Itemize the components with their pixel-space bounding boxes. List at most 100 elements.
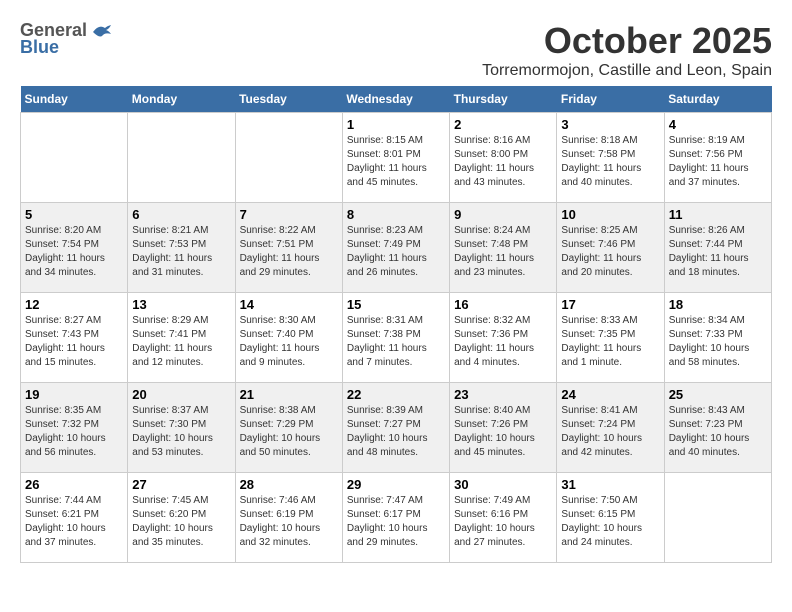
calendar-table: SundayMondayTuesdayWednesdayThursdayFrid… <box>20 86 772 563</box>
logo-bird-icon <box>91 22 113 40</box>
day-number: 12 <box>25 297 123 312</box>
calendar-cell: 28 Sunrise: 7:46 AMSunset: 6:19 PMDayligh… <box>235 473 342 563</box>
calendar-cell: 1 Sunrise: 8:15 AMSunset: 8:01 PMDaylight… <box>342 113 449 203</box>
calendar-cell: 7 Sunrise: 8:22 AMSunset: 7:51 PMDaylight… <box>235 203 342 293</box>
day-info: Sunrise: 8:20 AMSunset: 7:54 PMDaylight:… <box>25 224 123 280</box>
day-info: Sunrise: 8:22 AMSunset: 7:51 PMDaylight:… <box>240 224 338 280</box>
calendar-cell: 5 Sunrise: 8:20 AMSunset: 7:54 PMDaylight… <box>21 203 128 293</box>
day-number: 22 <box>347 387 445 402</box>
calendar-cell: 17Sunrise: 8:33 AMSunset: 7:35 PMDayligh… <box>557 293 664 383</box>
calendar-cell: 2 Sunrise: 8:16 AMSunset: 8:00 PMDaylight… <box>450 113 557 203</box>
day-info: Sunrise: 8:33 AMSunset: 7:35 PMDaylight:… <box>561 314 659 370</box>
calendar-cell <box>664 473 771 563</box>
calendar-cell: 13 Sunrise: 8:29 AMSunset: 7:41 PMDayligh… <box>128 293 235 383</box>
day-number: 13 <box>132 297 230 312</box>
calendar-cell: 27 Sunrise: 7:45 AMSunset: 6:20 PMDayligh… <box>128 473 235 563</box>
day-number: 16 <box>454 297 552 312</box>
day-number: 20 <box>132 387 230 402</box>
day-number: 26 <box>25 477 123 492</box>
calendar-cell: 19 Sunrise: 8:35 AMSunset: 7:32 PMDayligh… <box>21 383 128 473</box>
day-info: Sunrise: 8:26 AMSunset: 7:44 PMDaylight:… <box>669 224 767 280</box>
day-info: Sunrise: 8:18 AMSunset: 7:58 PMDaylight:… <box>561 134 659 190</box>
calendar-cell: 15 Sunrise: 8:31 AMSunset: 7:38 PMDayligh… <box>342 293 449 383</box>
day-number: 31 <box>561 477 659 492</box>
calendar-cell: 25 Sunrise: 8:43 AMSunset: 7:23 PMDayligh… <box>664 383 771 473</box>
day-header-monday: Monday <box>128 86 235 113</box>
calendar-cell <box>235 113 342 203</box>
day-number: 1 <box>347 117 445 132</box>
calendar-cell: 31 Sunrise: 7:50 AMSunset: 6:15 PMDayligh… <box>557 473 664 563</box>
calendar-week-row: 12 Sunrise: 8:27 AMSunset: 7:43 PMDayligh… <box>21 293 772 383</box>
calendar-cell: 30Sunrise: 7:49 AMSunset: 6:16 PMDayligh… <box>450 473 557 563</box>
calendar-cell: 12 Sunrise: 8:27 AMSunset: 7:43 PMDayligh… <box>21 293 128 383</box>
day-number: 25 <box>669 387 767 402</box>
day-header-tuesday: Tuesday <box>235 86 342 113</box>
days-header-row: SundayMondayTuesdayWednesdayThursdayFrid… <box>21 86 772 113</box>
logo-blue-text: Blue <box>20 37 59 58</box>
calendar-cell <box>128 113 235 203</box>
day-info: Sunrise: 7:45 AMSunset: 6:20 PMDaylight:… <box>132 494 230 550</box>
day-info: Sunrise: 7:44 AMSunset: 6:21 PMDaylight:… <box>25 494 123 550</box>
day-info: Sunrise: 8:15 AMSunset: 8:01 PMDaylight:… <box>347 134 445 190</box>
calendar-week-row: 19 Sunrise: 8:35 AMSunset: 7:32 PMDayligh… <box>21 383 772 473</box>
day-number: 4 <box>669 117 767 132</box>
day-info: Sunrise: 8:29 AMSunset: 7:41 PMDaylight:… <box>132 314 230 370</box>
day-info: Sunrise: 7:50 AMSunset: 6:15 PMDaylight:… <box>561 494 659 550</box>
day-number: 10 <box>561 207 659 222</box>
day-info: Sunrise: 8:19 AMSunset: 7:56 PMDaylight:… <box>669 134 767 190</box>
day-number: 21 <box>240 387 338 402</box>
day-number: 9 <box>454 207 552 222</box>
day-info: Sunrise: 8:27 AMSunset: 7:43 PMDaylight:… <box>25 314 123 370</box>
day-info: Sunrise: 8:38 AMSunset: 7:29 PMDaylight:… <box>240 404 338 460</box>
title-section: October 2025 Torremormojon, Castille and… <box>482 20 772 80</box>
page-header: General Blue October 2025 Torremormojon,… <box>20 20 772 80</box>
day-number: 2 <box>454 117 552 132</box>
day-info: Sunrise: 8:24 AMSunset: 7:48 PMDaylight:… <box>454 224 552 280</box>
calendar-cell: 6Sunrise: 8:21 AMSunset: 7:53 PMDaylight… <box>128 203 235 293</box>
day-number: 11 <box>669 207 767 222</box>
calendar-cell: 4 Sunrise: 8:19 AMSunset: 7:56 PMDaylight… <box>664 113 771 203</box>
calendar-cell: 18Sunrise: 8:34 AMSunset: 7:33 PMDayligh… <box>664 293 771 383</box>
calendar-cell: 23Sunrise: 8:40 AMSunset: 7:26 PMDayligh… <box>450 383 557 473</box>
calendar-cell: 24Sunrise: 8:41 AMSunset: 7:24 PMDayligh… <box>557 383 664 473</box>
day-header-saturday: Saturday <box>664 86 771 113</box>
day-number: 3 <box>561 117 659 132</box>
day-number: 7 <box>240 207 338 222</box>
day-info: Sunrise: 8:31 AMSunset: 7:38 PMDaylight:… <box>347 314 445 370</box>
day-number: 15 <box>347 297 445 312</box>
calendar-cell: 29Sunrise: 7:47 AMSunset: 6:17 PMDayligh… <box>342 473 449 563</box>
day-info: Sunrise: 7:47 AMSunset: 6:17 PMDaylight:… <box>347 494 445 550</box>
calendar-week-row: 1 Sunrise: 8:15 AMSunset: 8:01 PMDaylight… <box>21 113 772 203</box>
day-info: Sunrise: 8:25 AMSunset: 7:46 PMDaylight:… <box>561 224 659 280</box>
day-number: 8 <box>347 207 445 222</box>
calendar-week-row: 26 Sunrise: 7:44 AMSunset: 6:21 PMDayligh… <box>21 473 772 563</box>
location-title: Torremormojon, Castille and Leon, Spain <box>482 62 772 80</box>
logo: General Blue <box>20 20 113 58</box>
day-header-wednesday: Wednesday <box>342 86 449 113</box>
calendar-cell: 10 Sunrise: 8:25 AMSunset: 7:46 PMDayligh… <box>557 203 664 293</box>
day-info: Sunrise: 7:46 AMSunset: 6:19 PMDaylight:… <box>240 494 338 550</box>
month-title: October 2025 <box>482 20 772 62</box>
day-header-sunday: Sunday <box>21 86 128 113</box>
day-info: Sunrise: 8:39 AMSunset: 7:27 PMDaylight:… <box>347 404 445 460</box>
calendar-cell: 20 Sunrise: 8:37 AMSunset: 7:30 PMDayligh… <box>128 383 235 473</box>
day-number: 27 <box>132 477 230 492</box>
calendar-cell: 11 Sunrise: 8:26 AMSunset: 7:44 PMDayligh… <box>664 203 771 293</box>
calendar-cell: 21 Sunrise: 8:38 AMSunset: 7:29 PMDayligh… <box>235 383 342 473</box>
day-number: 18 <box>669 297 767 312</box>
day-number: 30 <box>454 477 552 492</box>
day-info: Sunrise: 8:35 AMSunset: 7:32 PMDaylight:… <box>25 404 123 460</box>
day-info: Sunrise: 8:16 AMSunset: 8:00 PMDaylight:… <box>454 134 552 190</box>
day-number: 28 <box>240 477 338 492</box>
day-info: Sunrise: 8:32 AMSunset: 7:36 PMDaylight:… <box>454 314 552 370</box>
day-number: 19 <box>25 387 123 402</box>
day-info: Sunrise: 8:41 AMSunset: 7:24 PMDaylight:… <box>561 404 659 460</box>
calendar-week-row: 5 Sunrise: 8:20 AMSunset: 7:54 PMDaylight… <box>21 203 772 293</box>
day-info: Sunrise: 8:43 AMSunset: 7:23 PMDaylight:… <box>669 404 767 460</box>
calendar-cell: 22 Sunrise: 8:39 AMSunset: 7:27 PMDayligh… <box>342 383 449 473</box>
day-header-friday: Friday <box>557 86 664 113</box>
day-number: 6 <box>132 207 230 222</box>
day-number: 5 <box>25 207 123 222</box>
day-info: Sunrise: 8:23 AMSunset: 7:49 PMDaylight:… <box>347 224 445 280</box>
day-info: Sunrise: 8:37 AMSunset: 7:30 PMDaylight:… <box>132 404 230 460</box>
